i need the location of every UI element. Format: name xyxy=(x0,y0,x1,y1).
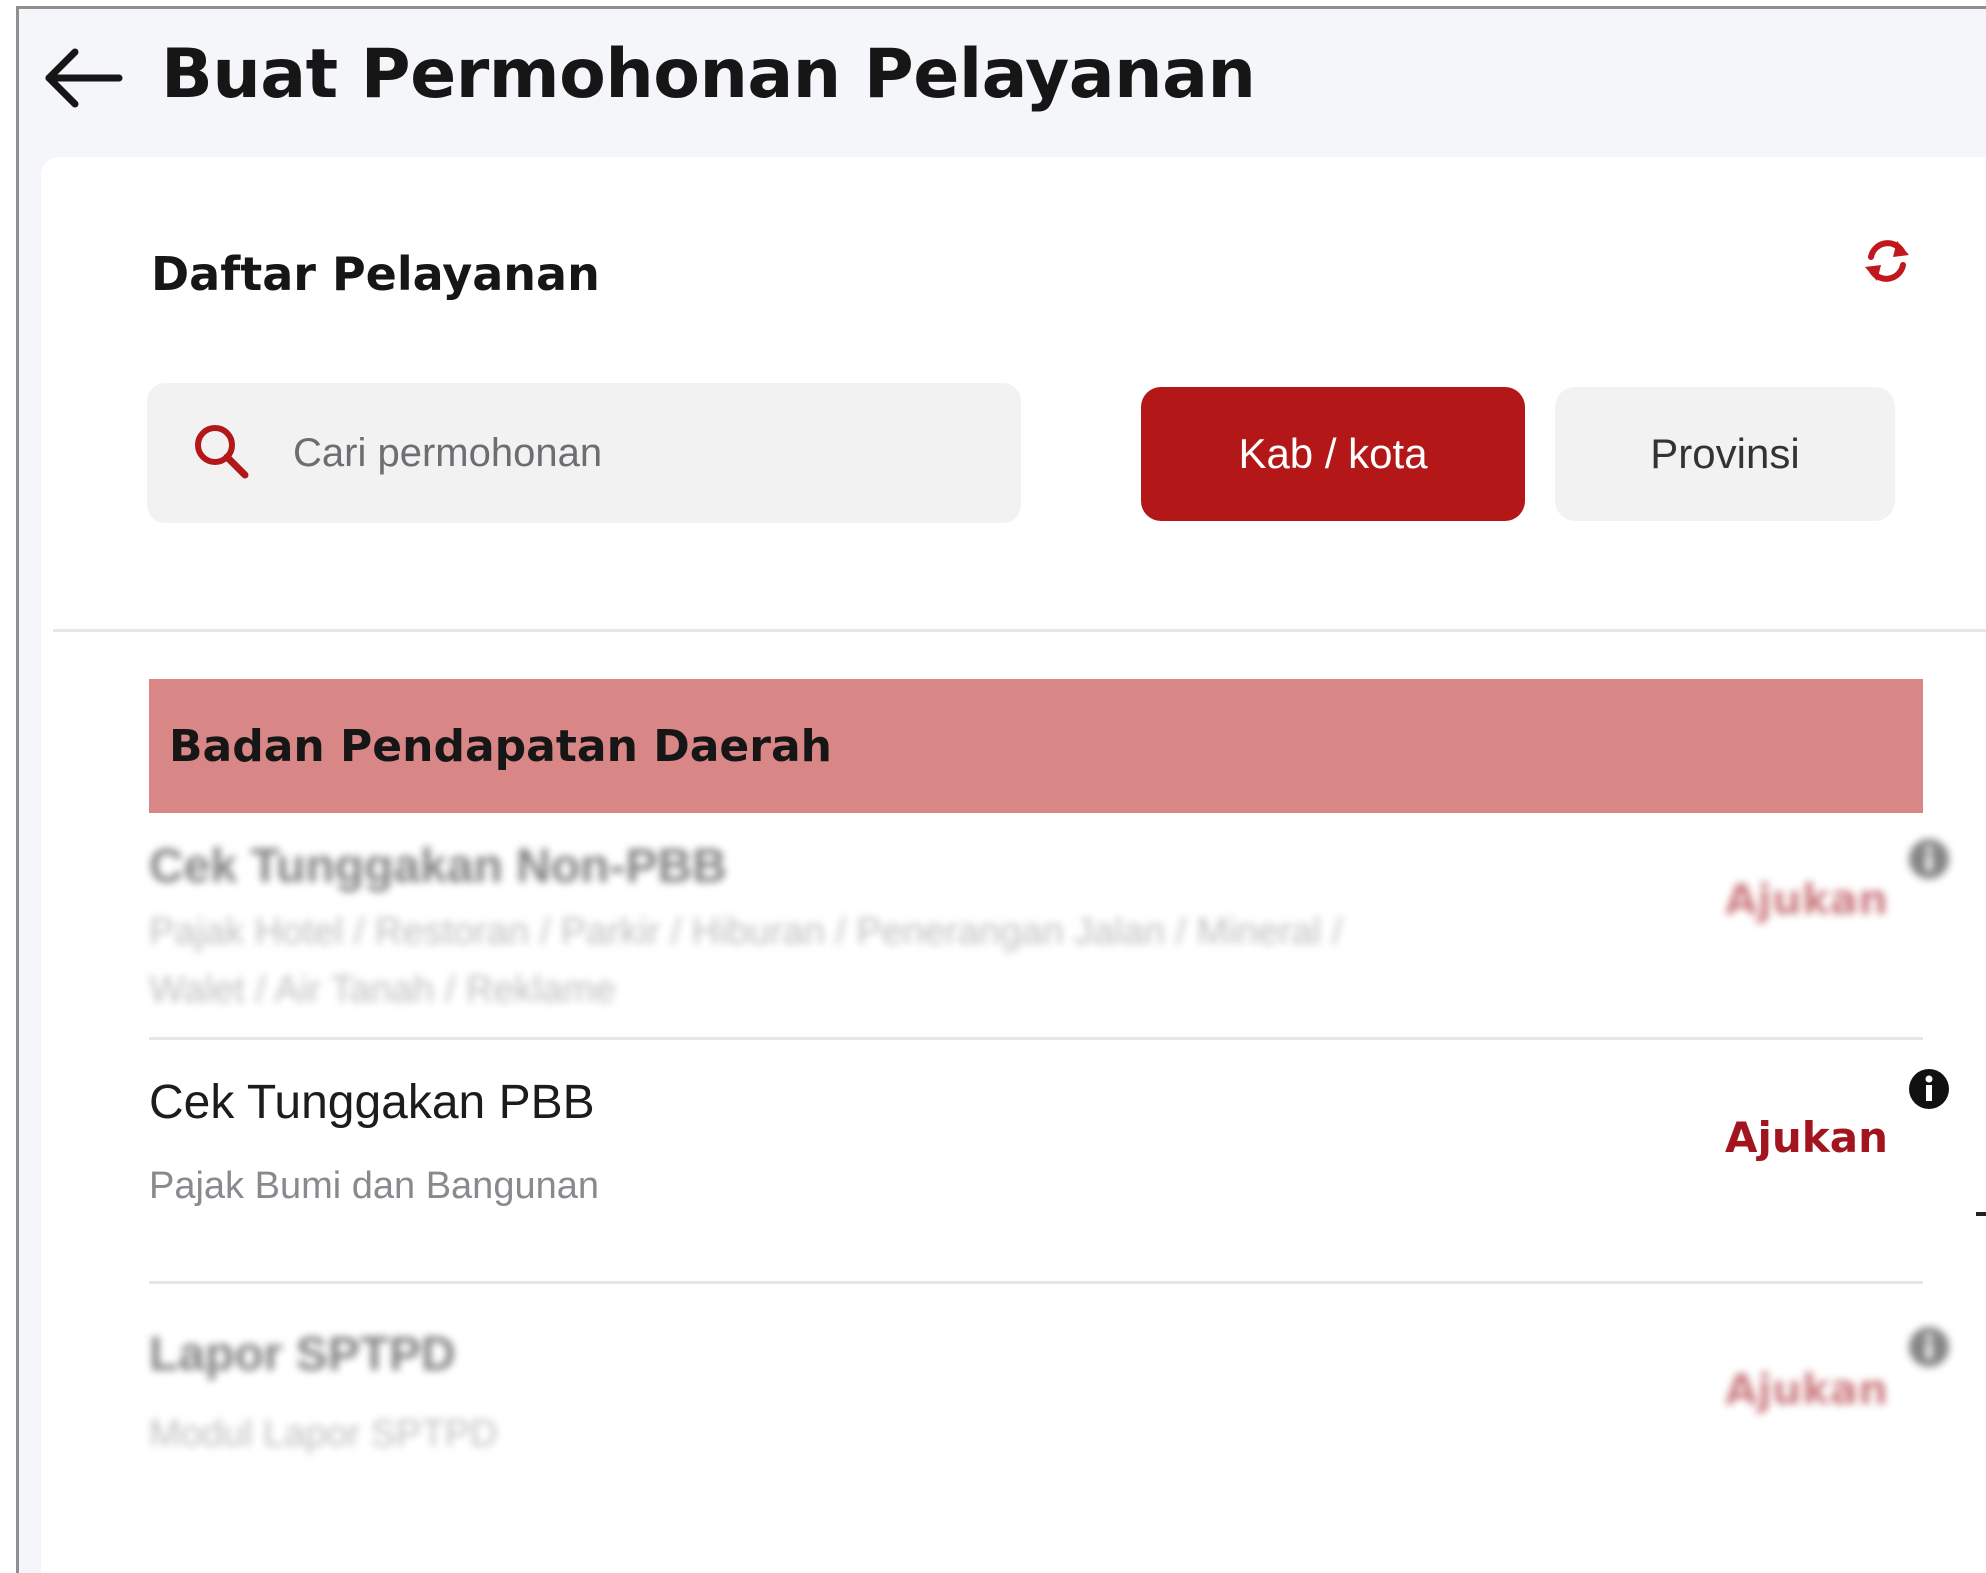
service-item: Cek Tunggakan PBB Pajak Bumi dan Banguna… xyxy=(149,1043,1949,1283)
ajukan-button[interactable]: Ajukan xyxy=(1725,1365,1888,1414)
service-description: Pajak Hotel / Restoran / Parkir / Hibura… xyxy=(149,911,1343,1011)
search-box xyxy=(147,383,1021,523)
group-header: Badan Pendapatan Daerah xyxy=(149,679,1923,813)
service-title: Cek Tunggakan Non-PBB xyxy=(149,840,727,893)
services-card: Daftar Pelayanan Kab / kota Provinsi Bad… xyxy=(41,157,1986,1573)
app-window: Buat Permohonan Pelayanan Daftar Pelayan… xyxy=(16,6,1986,1573)
info-icon[interactable] xyxy=(1907,1325,1951,1369)
page-title: Buat Permohonan Pelayanan xyxy=(161,35,1256,114)
ajukan-button[interactable]: Ajukan xyxy=(1725,1113,1888,1162)
search-icon xyxy=(195,425,249,479)
back-button[interactable] xyxy=(39,43,127,113)
service-item: Lapor SPTPD Modul Lapor SPTPD Ajukan xyxy=(149,1287,1949,1487)
group-title: Badan Pendapatan Daerah xyxy=(169,720,832,772)
service-description: Pajak Bumi dan Bangunan xyxy=(149,1165,599,1207)
service-title: Cek Tunggakan PBB xyxy=(149,1076,595,1129)
service-description: Modul Lapor SPTPD xyxy=(149,1413,498,1455)
row-divider xyxy=(149,1281,1923,1284)
filter-provinsi-button[interactable]: Provinsi xyxy=(1555,387,1895,521)
search-input[interactable] xyxy=(293,411,993,495)
back-arrow-icon xyxy=(45,48,123,108)
ajukan-button[interactable]: Ajukan xyxy=(1725,875,1888,924)
row-divider xyxy=(149,1037,1923,1040)
refresh-button[interactable] xyxy=(1859,233,1915,289)
filter-kab-kota-button[interactable]: Kab / kota xyxy=(1141,387,1525,521)
top-bar: Buat Permohonan Pelayanan xyxy=(19,9,1986,159)
service-item: Cek Tunggakan Non-PBB Pajak Hotel / Rest… xyxy=(149,813,1949,1033)
section-title: Daftar Pelayanan xyxy=(151,247,600,301)
info-icon[interactable] xyxy=(1907,1067,1951,1111)
service-title: Lapor SPTPD xyxy=(149,1328,456,1381)
refresh-icon xyxy=(1865,240,1909,282)
info-icon[interactable] xyxy=(1907,837,1951,881)
edge-mark xyxy=(1976,1212,1986,1216)
divider xyxy=(53,629,1986,632)
